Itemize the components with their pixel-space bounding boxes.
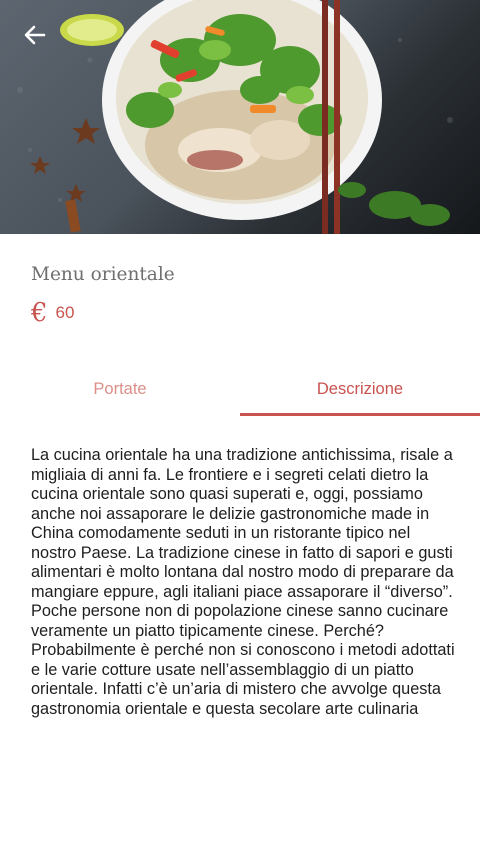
- tab-bar: Portate Descrizione: [0, 362, 480, 416]
- product-title: Menu orientale: [31, 264, 175, 285]
- price-row: € 60: [31, 300, 74, 326]
- tab-descrizione[interactable]: Descrizione: [240, 362, 480, 416]
- back-button[interactable]: [18, 18, 52, 52]
- arrow-left-icon: [24, 25, 46, 45]
- tab-portate[interactable]: Portate: [0, 362, 240, 416]
- euro-icon: €: [31, 298, 48, 328]
- description-text: La cucina orientale ha una tradizione an…: [31, 446, 455, 718]
- noodle-bowl-photo: [17, 0, 453, 234]
- price-value: 60: [55, 303, 75, 322]
- hero-image: [0, 0, 480, 234]
